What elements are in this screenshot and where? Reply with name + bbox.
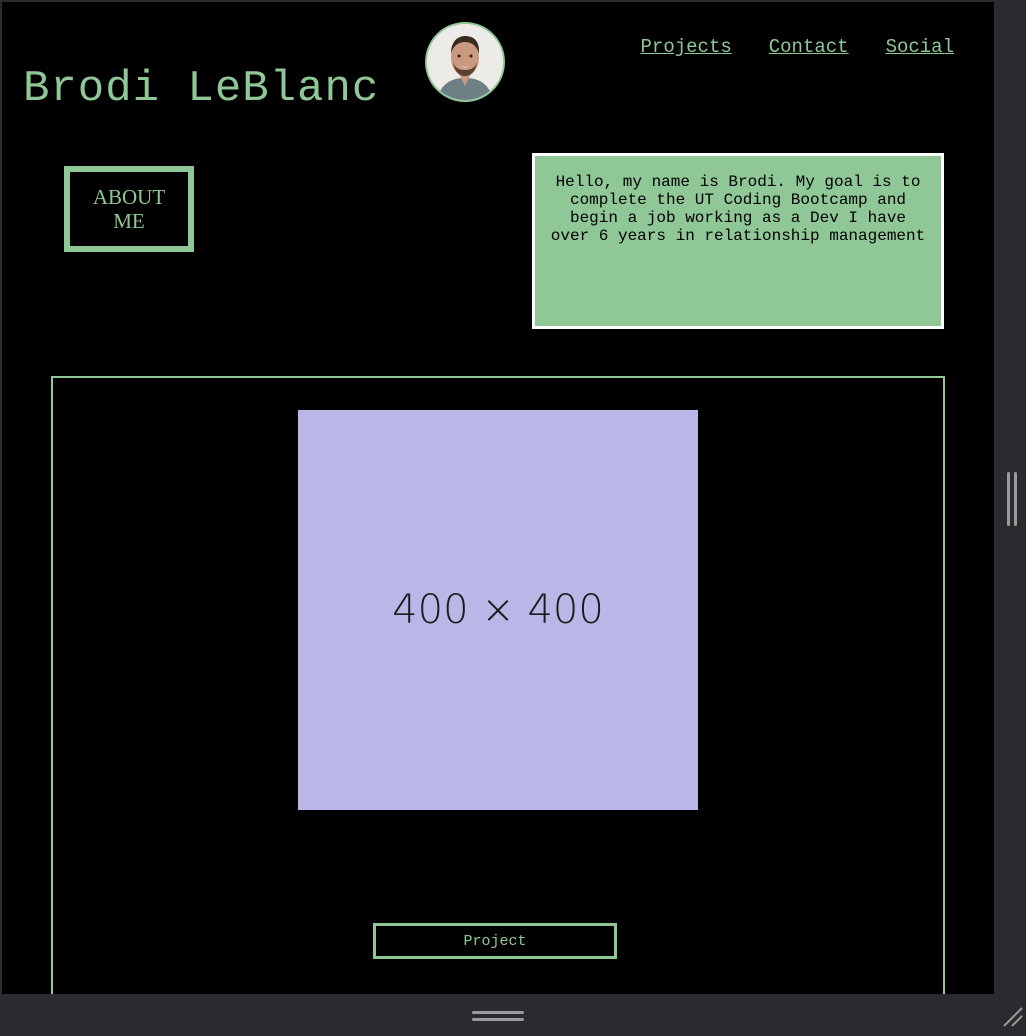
main-nav: Projects Contact Social xyxy=(641,36,954,58)
vertical-resize-handle[interactable] xyxy=(1006,472,1020,526)
nav-link-contact[interactable]: Contact xyxy=(769,36,849,58)
about-me-heading-box: ABOUT ME xyxy=(64,166,194,252)
project-card: 400 × 400 Project xyxy=(51,376,945,994)
page-viewport: Brodi LeBlanc Projects Contact Social AB… xyxy=(2,2,994,994)
project-image-placeholder: 400 × 400 xyxy=(298,410,698,810)
person-portrait-icon xyxy=(427,24,503,100)
placeholder-label: 400 × 400 xyxy=(392,587,604,633)
nav-link-projects[interactable]: Projects xyxy=(641,36,732,58)
about-me-heading: ABOUT ME xyxy=(92,185,166,233)
bio-panel: Hello, my name is Brodi. My goal is to c… xyxy=(532,153,944,329)
horizontal-resize-handle[interactable] xyxy=(472,1009,524,1023)
site-title: Brodi LeBlanc xyxy=(23,64,380,114)
corner-resize-grip-icon[interactable] xyxy=(1000,1004,1024,1028)
profile-avatar xyxy=(425,22,505,102)
bio-text: Hello, my name is Brodi. My goal is to c… xyxy=(550,173,926,245)
nav-link-social[interactable]: Social xyxy=(886,36,954,58)
project-button[interactable]: Project xyxy=(373,923,617,959)
